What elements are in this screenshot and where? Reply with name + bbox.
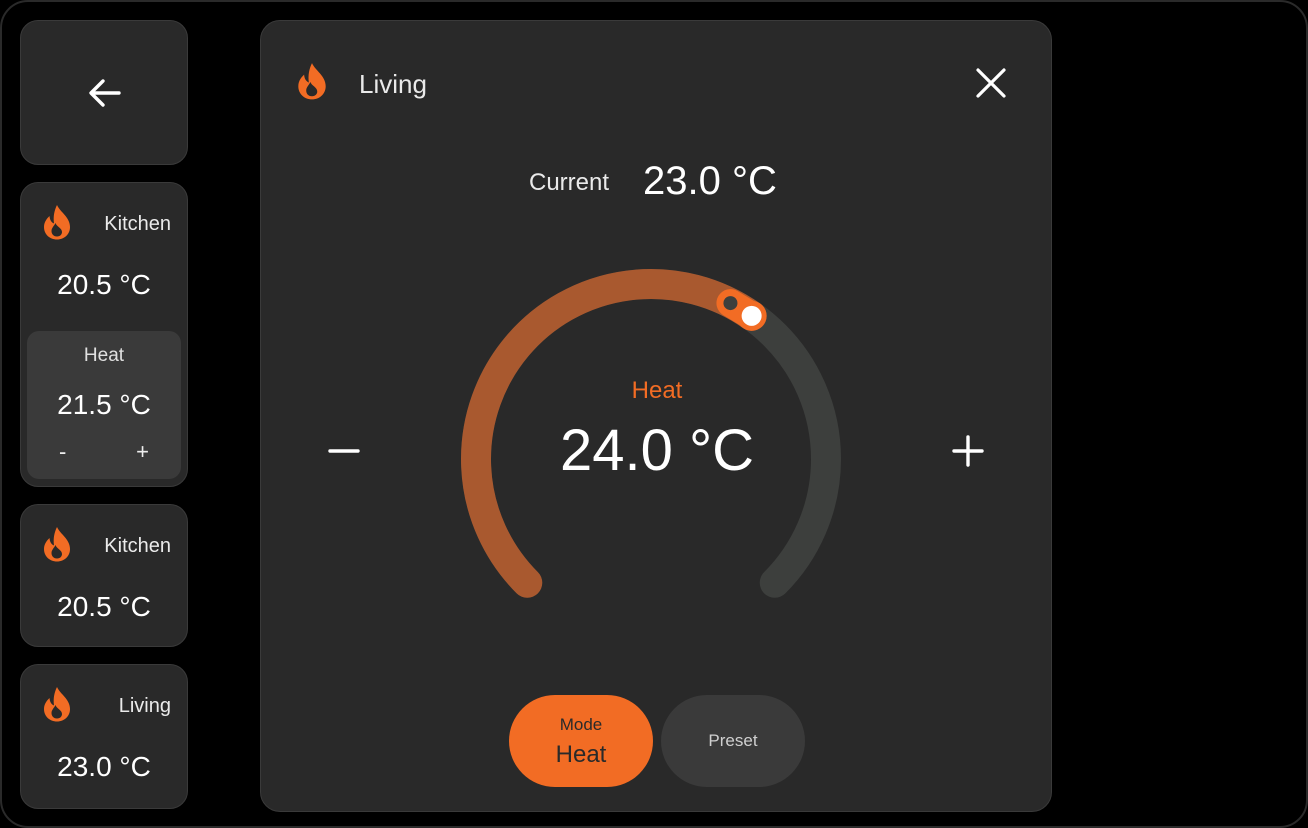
- mode-button-label: Mode: [559, 715, 603, 734]
- minus-icon[interactable]: [327, 431, 361, 471]
- mode-button-value: Heat: [555, 741, 607, 768]
- tile-name: Kitchen: [104, 213, 171, 235]
- flame-icon: [298, 63, 326, 100]
- dial-mode-label: Heat: [631, 377, 683, 404]
- tile-name: Living: [118, 695, 171, 717]
- close-icon[interactable]: [973, 65, 1009, 101]
- arrow-left-icon: [89, 79, 121, 107]
- flame-icon: [44, 205, 70, 240]
- flame-icon: [44, 687, 70, 722]
- current-label: Current: [529, 169, 610, 196]
- thermostat-panel: Living Current 23.0 °C Heat 24.0 °C Mode…: [260, 20, 1052, 812]
- tile-setpoint: 21.5 °C: [57, 389, 151, 420]
- flame-icon: [44, 527, 70, 562]
- preset-button-label: Preset: [708, 731, 758, 750]
- tile-control: Heat 21.5 °C - +: [27, 331, 181, 479]
- current-temperature: 23.0 °C: [643, 159, 777, 203]
- preset-button[interactable]: Preset: [661, 695, 805, 787]
- dial-setpoint: 24.0 °C: [559, 418, 755, 483]
- panel-title: Living: [359, 69, 427, 99]
- back-button[interactable]: [20, 20, 188, 165]
- mode-button[interactable]: Mode Heat: [509, 695, 653, 787]
- tile-increase-button[interactable]: +: [136, 439, 149, 465]
- tile-decrease-button[interactable]: -: [59, 439, 66, 465]
- thermostat-tile-living[interactable]: Living 23.0 °C: [20, 664, 188, 809]
- dial-current-marker: [723, 296, 738, 311]
- tile-mode: Heat: [83, 345, 125, 366]
- tile-temperature: 20.5 °C: [57, 269, 151, 300]
- tile-temperature: 20.5 °C: [57, 591, 151, 622]
- tile-name: Kitchen: [104, 535, 171, 557]
- screen: Kitchen 20.5 °C Heat 21.5 °C - + Kitchen…: [0, 0, 1308, 828]
- dial-knob[interactable]: [741, 305, 762, 326]
- thermostat-tile-kitchen[interactable]: Kitchen 20.5 °C Heat 21.5 °C - +: [20, 182, 188, 487]
- tile-temperature: 23.0 °C: [57, 751, 151, 782]
- plus-icon[interactable]: [951, 431, 985, 471]
- thermostat-tile-kitchen-2[interactable]: Kitchen 20.5 °C: [20, 504, 188, 647]
